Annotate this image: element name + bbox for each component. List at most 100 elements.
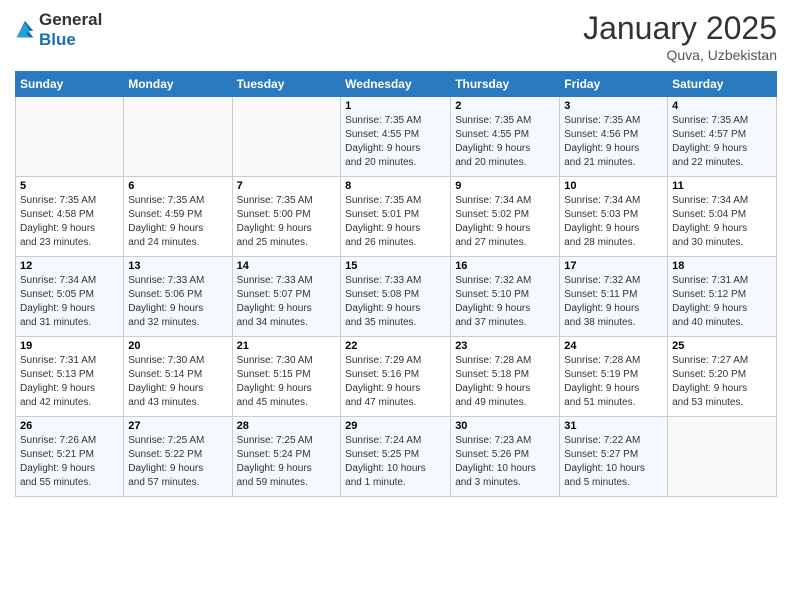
- weekday-header: Monday: [124, 72, 232, 97]
- day-number: 19: [20, 340, 119, 352]
- weekday-header: Tuesday: [232, 72, 341, 97]
- day-number: 27: [128, 420, 227, 432]
- calendar-header: SundayMondayTuesdayWednesdayThursdayFrid…: [16, 72, 777, 97]
- weekday-header: Saturday: [668, 72, 777, 97]
- day-info: Sunrise: 7:31 AMSunset: 5:13 PMDaylight:…: [20, 354, 119, 410]
- day-number: 30: [455, 420, 555, 432]
- calendar-cell: 12 Sunrise: 7:34 AMSunset: 5:05 PMDayligh…: [16, 257, 124, 337]
- calendar-cell: 4 Sunrise: 7:35 AMSunset: 4:57 PMDaylight…: [668, 97, 777, 177]
- day-info: Sunrise: 7:35 AMSunset: 4:55 PMDaylight:…: [345, 114, 446, 170]
- calendar-cell: 31Sunrise: 7:22 AMSunset: 5:27 PMDayligh…: [560, 417, 668, 497]
- day-info: Sunrise: 7:35 AMSunset: 4:57 PMDaylight:…: [672, 114, 772, 170]
- day-info: Sunrise: 7:26 AMSunset: 5:21 PMDaylight:…: [20, 434, 119, 490]
- calendar-cell: 8Sunrise: 7:35 AMSunset: 5:01 PMDaylight…: [341, 177, 451, 257]
- day-info: Sunrise: 7:25 AMSunset: 5:22 PMDaylight:…: [128, 434, 227, 490]
- header: General Blue January 2025 Quva, Uzbekist…: [15, 10, 777, 63]
- calendar-cell: 21 Sunrise: 7:30 AMSunset: 5:15 PMDayligh…: [232, 337, 341, 417]
- calendar-cell: 1 Sunrise: 7:35 AMSunset: 4:55 PMDaylight…: [341, 97, 451, 177]
- day-number: 16: [455, 260, 555, 272]
- calendar-cell: [232, 97, 341, 177]
- day-info: Sunrise: 7:35 AMSunset: 4:59 PMDaylight:…: [128, 194, 227, 250]
- logo-blue: Blue: [39, 30, 76, 49]
- weekday-row: SundayMondayTuesdayWednesdayThursdayFrid…: [16, 72, 777, 97]
- day-number: 23: [455, 340, 555, 352]
- day-info: Sunrise: 7:30 AMSunset: 5:15 PMDaylight:…: [237, 354, 337, 410]
- calendar-cell: 30 Sunrise: 7:23 AMSunset: 5:26 PMDayligh…: [451, 417, 560, 497]
- calendar-week-row: 5 Sunrise: 7:35 AMSunset: 4:58 PMDaylight…: [16, 177, 777, 257]
- day-info: Sunrise: 7:33 AMSunset: 5:06 PMDaylight:…: [128, 274, 227, 330]
- day-info: Sunrise: 7:35 AMSunset: 4:58 PMDaylight:…: [20, 194, 119, 250]
- calendar-cell: [124, 97, 232, 177]
- calendar-cell: 10 Sunrise: 7:34 AMSunset: 5:03 PMDayligh…: [560, 177, 668, 257]
- calendar-cell: 27 Sunrise: 7:25 AMSunset: 5:22 PMDayligh…: [124, 417, 232, 497]
- day-info: Sunrise: 7:34 AMSunset: 5:03 PMDaylight:…: [564, 194, 663, 250]
- day-number: 10: [564, 180, 663, 192]
- weekday-header: Sunday: [16, 72, 124, 97]
- day-info: Sunrise: 7:28 AMSunset: 5:19 PMDaylight:…: [564, 354, 663, 410]
- day-number: 2: [455, 100, 555, 112]
- calendar-cell: 3Sunrise: 7:35 AMSunset: 4:56 PMDaylight…: [560, 97, 668, 177]
- day-number: 21: [237, 340, 337, 352]
- day-info: Sunrise: 7:25 AMSunset: 5:24 PMDaylight:…: [237, 434, 337, 490]
- logo-icon: [15, 19, 35, 41]
- day-number: 17: [564, 260, 663, 272]
- day-number: 5: [20, 180, 119, 192]
- day-number: 26: [20, 420, 119, 432]
- day-number: 9: [455, 180, 555, 192]
- month-title: January 2025: [583, 10, 777, 47]
- calendar-cell: 22Sunrise: 7:29 AMSunset: 5:16 PMDayligh…: [341, 337, 451, 417]
- day-info: Sunrise: 7:28 AMSunset: 5:18 PMDaylight:…: [455, 354, 555, 410]
- calendar-cell: 16 Sunrise: 7:32 AMSunset: 5:10 PMDayligh…: [451, 257, 560, 337]
- day-number: 11: [672, 180, 772, 192]
- weekday-header: Friday: [560, 72, 668, 97]
- calendar-cell: 15 Sunrise: 7:33 AMSunset: 5:08 PMDayligh…: [341, 257, 451, 337]
- calendar-week-row: 26 Sunrise: 7:26 AMSunset: 5:21 PMDayligh…: [16, 417, 777, 497]
- weekday-header: Wednesday: [341, 72, 451, 97]
- calendar-week-row: 1 Sunrise: 7:35 AMSunset: 4:55 PMDaylight…: [16, 97, 777, 177]
- day-number: 4: [672, 100, 772, 112]
- page: General Blue January 2025 Quva, Uzbekist…: [0, 0, 792, 612]
- day-number: 24: [564, 340, 663, 352]
- calendar-cell: 7Sunrise: 7:35 AMSunset: 5:00 PMDaylight…: [232, 177, 341, 257]
- calendar-body: 1 Sunrise: 7:35 AMSunset: 4:55 PMDaylight…: [16, 97, 777, 497]
- day-info: Sunrise: 7:34 AMSunset: 5:02 PMDaylight:…: [455, 194, 555, 250]
- calendar-cell: 24 Sunrise: 7:28 AMSunset: 5:19 PMDayligh…: [560, 337, 668, 417]
- day-info: Sunrise: 7:24 AMSunset: 5:25 PMDaylight:…: [345, 434, 446, 490]
- day-number: 13: [128, 260, 227, 272]
- day-info: Sunrise: 7:33 AMSunset: 5:07 PMDaylight:…: [237, 274, 337, 330]
- day-info: Sunrise: 7:22 AMSunset: 5:27 PMDaylight:…: [564, 434, 663, 490]
- calendar-cell: 17 Sunrise: 7:32 AMSunset: 5:11 PMDayligh…: [560, 257, 668, 337]
- day-number: 25: [672, 340, 772, 352]
- day-number: 18: [672, 260, 772, 272]
- day-info: Sunrise: 7:33 AMSunset: 5:08 PMDaylight:…: [345, 274, 446, 330]
- logo-text: General Blue: [39, 10, 102, 50]
- day-number: 7: [237, 180, 337, 192]
- day-info: Sunrise: 7:30 AMSunset: 5:14 PMDaylight:…: [128, 354, 227, 410]
- calendar-week-row: 12 Sunrise: 7:34 AMSunset: 5:05 PMDayligh…: [16, 257, 777, 337]
- calendar-cell: 9 Sunrise: 7:34 AMSunset: 5:02 PMDaylight…: [451, 177, 560, 257]
- day-info: Sunrise: 7:32 AMSunset: 5:11 PMDaylight:…: [564, 274, 663, 330]
- day-number: 22: [345, 340, 446, 352]
- day-number: 29: [345, 420, 446, 432]
- day-info: Sunrise: 7:23 AMSunset: 5:26 PMDaylight:…: [455, 434, 555, 490]
- day-info: Sunrise: 7:27 AMSunset: 5:20 PMDaylight:…: [672, 354, 772, 410]
- calendar-table: SundayMondayTuesdayWednesdayThursdayFrid…: [15, 71, 777, 497]
- calendar-cell: 26 Sunrise: 7:26 AMSunset: 5:21 PMDayligh…: [16, 417, 124, 497]
- day-info: Sunrise: 7:32 AMSunset: 5:10 PMDaylight:…: [455, 274, 555, 330]
- day-number: 14: [237, 260, 337, 272]
- calendar-cell: 23 Sunrise: 7:28 AMSunset: 5:18 PMDayligh…: [451, 337, 560, 417]
- day-number: 1: [345, 100, 446, 112]
- calendar-cell: 2Sunrise: 7:35 AMSunset: 4:55 PMDaylight…: [451, 97, 560, 177]
- logo-general: General: [39, 10, 102, 30]
- calendar-cell: 28Sunrise: 7:25 AMSunset: 5:24 PMDayligh…: [232, 417, 341, 497]
- day-number: 20: [128, 340, 227, 352]
- day-info: Sunrise: 7:35 AMSunset: 4:56 PMDaylight:…: [564, 114, 663, 170]
- calendar-week-row: 19 Sunrise: 7:31 AMSunset: 5:13 PMDayligh…: [16, 337, 777, 417]
- day-number: 15: [345, 260, 446, 272]
- day-number: 8: [345, 180, 446, 192]
- weekday-header: Thursday: [451, 72, 560, 97]
- day-info: Sunrise: 7:34 AMSunset: 5:05 PMDaylight:…: [20, 274, 119, 330]
- day-number: 6: [128, 180, 227, 192]
- calendar-cell: 14 Sunrise: 7:33 AMSunset: 5:07 PMDayligh…: [232, 257, 341, 337]
- day-number: 12: [20, 260, 119, 272]
